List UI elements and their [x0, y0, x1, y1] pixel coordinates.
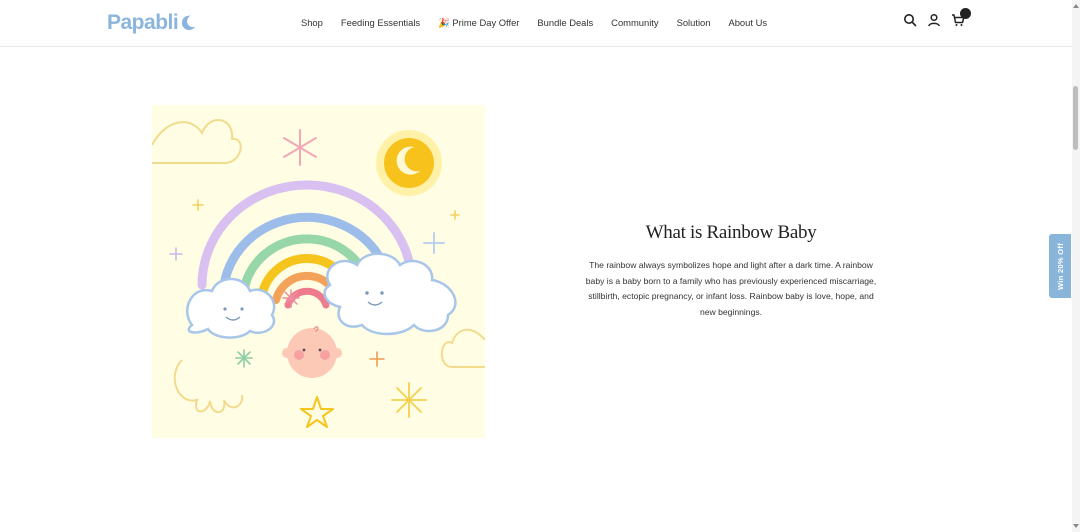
section-heading: What is Rainbow Baby — [645, 222, 817, 243]
nav-shop[interactable]: Shop — [301, 17, 323, 29]
cart-icon[interactable] — [951, 8, 971, 27]
scroll-down-arrow-icon[interactable] — [1073, 524, 1079, 528]
scroll-thumb[interactable] — [1073, 86, 1078, 150]
rainbow-baby-illustration — [151, 105, 486, 438]
nav-prime-day-offer[interactable]: 🎉 Prime Day Offer — [438, 17, 519, 29]
nav-feeding-essentials[interactable]: Feeding Essentials — [341, 17, 420, 29]
cart-count-badge — [960, 8, 971, 19]
nav-community[interactable]: Community — [611, 17, 658, 29]
search-icon[interactable] — [903, 13, 917, 27]
site-header: Papabli Shop Feeding Essentials 🎉 Prime … — [0, 0, 1072, 47]
section-body: The rainbow always symbolizes hope and l… — [585, 260, 877, 317]
account-icon[interactable] — [927, 13, 941, 27]
header-icons — [903, 8, 971, 27]
discount-side-tab-label: Win 20% Off — [1055, 242, 1065, 290]
nav-about-us[interactable]: About Us — [728, 17, 767, 29]
discount-side-tab[interactable]: Win 20% Off — [1049, 234, 1071, 298]
page-scrollbar[interactable] — [1072, 0, 1080, 532]
nav-bundle-deals[interactable]: Bundle Deals — [537, 17, 593, 29]
scroll-up-arrow-icon[interactable] — [1073, 4, 1079, 8]
nav-solution[interactable]: Solution — [677, 17, 711, 29]
